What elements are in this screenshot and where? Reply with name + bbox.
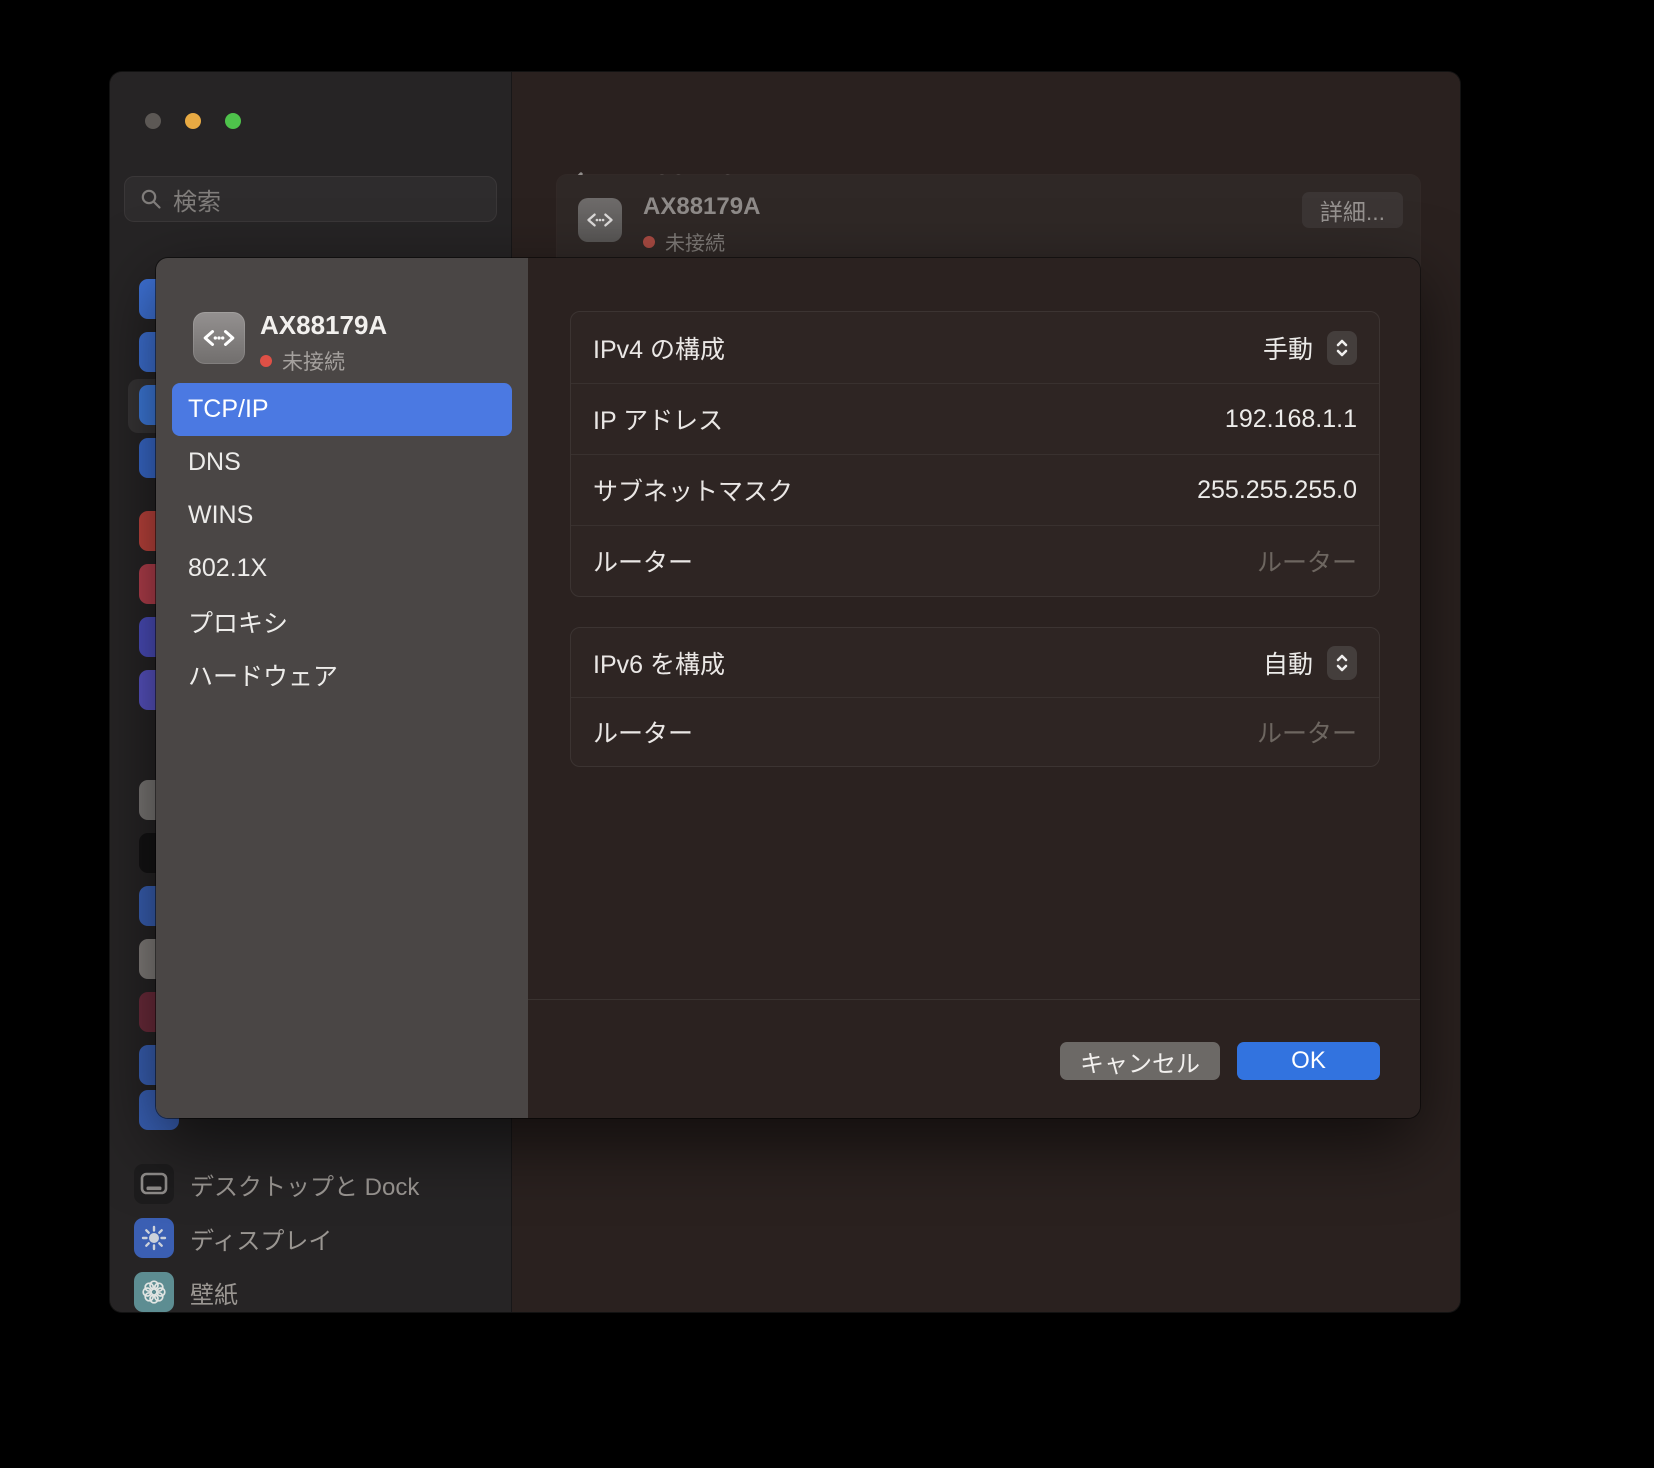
sheet-device-status: 未接続	[260, 346, 345, 376]
cancel-button[interactable]: キャンセル	[1060, 1042, 1220, 1080]
tab-8021x[interactable]: 802.1X	[172, 542, 512, 595]
sidebar-item-wallpaper[interactable]: 壁紙	[134, 1265, 501, 1312]
sheet-footer: キャンセル OK	[1060, 1042, 1380, 1080]
sidebar-item-desktop-dock[interactable]: デスクトップと Dock	[134, 1157, 501, 1211]
sheet-device-name: AX88179A	[260, 310, 387, 341]
close-button[interactable]	[145, 113, 161, 129]
ipv4-configure-stepper[interactable]	[1327, 331, 1357, 365]
tab-hardware[interactable]: ハードウェア	[172, 648, 512, 701]
ipv4-router-field[interactable]: ルーター	[1257, 543, 1357, 579]
sidebar-item-display[interactable]: ディスプレイ	[134, 1211, 501, 1265]
zoom-button[interactable]	[225, 113, 241, 129]
status-dot	[643, 236, 655, 248]
desktop-dock-icon	[134, 1164, 174, 1204]
sidebar-item-label: デスクトップと Dock	[190, 1167, 419, 1202]
ok-button[interactable]: OK	[1237, 1042, 1380, 1080]
search-placeholder: 検索	[173, 182, 221, 217]
ip-address-row: IP アドレス 192.168.1.1	[571, 383, 1379, 454]
details-button[interactable]: 詳細...	[1302, 192, 1403, 228]
screen: 検索	[0, 0, 1654, 1468]
minimize-button[interactable]	[185, 113, 201, 129]
search-input[interactable]: 検索	[124, 176, 497, 222]
ethernet-adapter-icon	[193, 312, 245, 364]
ipv6-configure-stepper[interactable]	[1327, 646, 1357, 680]
stepper-icon	[1334, 652, 1350, 674]
tab-tcpip[interactable]: TCP/IP	[172, 383, 512, 436]
stepper-icon	[1334, 337, 1350, 359]
ipv6-group: IPv6 を構成 自動 ルーター ルー	[570, 627, 1380, 767]
subnet-mask-row: サブネットマスク 255.255.255.0	[571, 454, 1379, 525]
wallpaper-icon	[134, 1272, 174, 1312]
status-dot	[260, 355, 272, 367]
sheet-sidebar: AX88179A 未接続 TCP/IP DNS WINS 802.1X プロキシ…	[156, 258, 528, 1118]
sidebar-item-label: 壁紙	[190, 1275, 238, 1310]
ipv6-router-field[interactable]: ルーター	[1257, 714, 1357, 750]
subnet-mask-value[interactable]: 255.255.255.0	[1197, 476, 1357, 505]
sheet-content: IPv4 の構成 手動 IP アドレス	[528, 258, 1420, 1118]
display-icon	[134, 1218, 174, 1258]
device-status: 未接続	[643, 227, 725, 256]
ip-address-value[interactable]: 192.168.1.1	[1225, 405, 1357, 434]
tab-dns[interactable]: DNS	[172, 436, 512, 489]
ethernet-adapter-icon	[578, 198, 622, 242]
ipv4-configure-row: IPv4 の構成 手動	[571, 312, 1379, 383]
ipv6-configure-value: 自動	[1263, 645, 1313, 681]
sidebar-bottom-items: デスクトップと Dock ディスプレイ	[134, 1157, 501, 1312]
ipv4-configure-value: 手動	[1263, 330, 1313, 366]
ipv4-router-row: ルーター ルーター	[571, 525, 1379, 596]
ipv6-configure-row: IPv6 を構成 自動	[571, 628, 1379, 697]
traffic-lights	[145, 113, 241, 129]
tab-wins[interactable]: WINS	[172, 489, 512, 542]
device-name: AX88179A	[643, 193, 760, 221]
ipv4-group: IPv4 の構成 手動 IP アドレス	[570, 311, 1380, 597]
system-settings-window: 検索	[110, 72, 1460, 1312]
footer-divider	[528, 999, 1420, 1000]
search-icon	[139, 187, 163, 211]
tcpip-settings-sheet: AX88179A 未接続 TCP/IP DNS WINS 802.1X プロキシ…	[156, 258, 1420, 1118]
tab-proxy[interactable]: プロキシ	[172, 595, 512, 648]
ipv6-router-row: ルーター ルーター	[571, 697, 1379, 766]
sheet-tab-list: TCP/IP DNS WINS 802.1X プロキシ ハードウェア	[172, 383, 512, 701]
sidebar-item-label: ディスプレイ	[190, 1221, 332, 1256]
